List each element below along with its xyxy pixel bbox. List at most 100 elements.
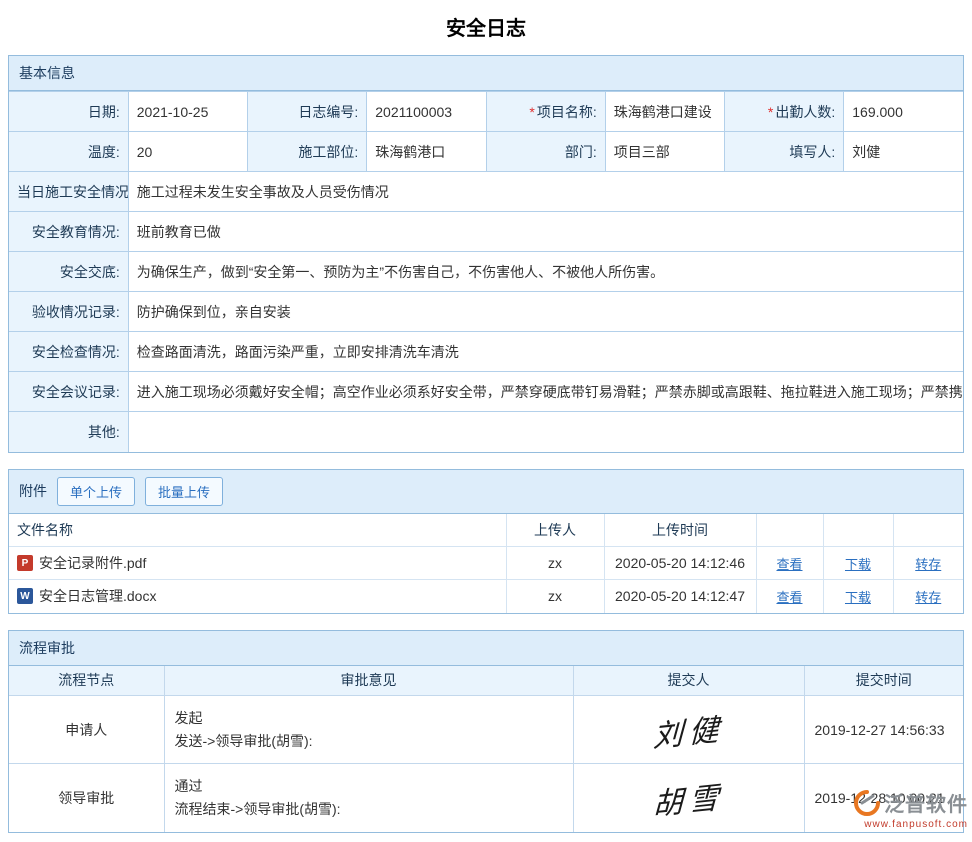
approval-header-row: 流程节点 审批意见 提交人 提交时间 [9,666,963,696]
basic-info-title: 基本信息 [19,63,75,83]
log-number-label: 日志编号: [248,92,367,132]
safety-education-label: 安全教育情况: [9,212,128,252]
opinion-line-1: 发起 [175,707,563,730]
fanpu-brand: 泛普软件 www.fanpusoft.com [818,788,968,830]
brand-name: 泛普软件 [884,788,968,817]
file-name-cell: P 安全记录附件.pdf [9,547,506,580]
file-name-column-header: 文件名称 [9,514,506,547]
action-column-header-2 [823,514,893,547]
project-name-label-text: 项目名称: [537,104,597,120]
construction-part-value: 珠海鹤港口 [367,132,486,172]
basic-info-panel: 基本信息 日期: 2021-10-25 日志编号: 2021100003 *项目… [8,55,964,453]
department-label: 部门: [486,132,605,172]
flow-node: 申请人 [9,696,164,764]
view-link[interactable]: 查看 [776,557,802,572]
single-upload-button[interactable]: 单个上传 [57,477,135,506]
file-upload-time: 2020-05-20 14:12:47 [604,580,756,613]
other-value [128,412,963,452]
submitter-column-header: 提交人 [573,666,804,696]
download-link[interactable]: 下载 [845,557,871,572]
safety-meeting-label: 安全会议记录: [9,372,128,412]
safety-briefing-value: 为确保生产，做到“安全第一、预防为主”不伤害自己，不伤害他人、不被他人所伤害。 [128,252,963,292]
attachments-header: 附件 单个上传 批量上传 [9,470,963,514]
safety-briefing-label: 安全交底: [9,252,128,292]
basic-fullrow-safety-education: 安全教育情况: 班前教育已做 [9,212,963,252]
department-value: 项目三部 [605,132,724,172]
other-label: 其他: [9,412,128,452]
basic-fullrow-safety-inspection: 安全检查情况: 检查路面清洗，路面污染严重，立即安排清洗车清洗 [9,332,963,372]
attendance-value: 169.000 [844,92,963,132]
basic-fullrow-safety-meeting: 安全会议记录: 进入施工现场必须戴好安全帽；高空作业必须系好安全带，严禁穿硬底带… [9,372,963,412]
handwritten-signature: 胡雪 [652,772,725,824]
submitter-signature-cell: 胡雪 [573,764,804,832]
attendance-label: *出勤人数: [725,92,844,132]
save-as-link[interactable]: 转存 [915,590,941,605]
submit-time-column-header: 提交时间 [804,666,963,696]
safety-education-value: 班前教育已做 [128,212,963,252]
uploader-column-header: 上传人 [506,514,604,547]
basic-info-header: 基本信息 [9,56,963,91]
date-label-text: 日期: [88,104,120,120]
basic-row-2: 温度: 20 施工部位: 珠海鹤港口 部门: 项目三部 填写人: 刘健 [9,132,963,172]
temperature-label-text: 温度: [88,144,120,160]
basic-row-1: 日期: 2021-10-25 日志编号: 2021100003 *项目名称: 珠… [9,92,963,132]
writer-value: 刘健 [844,132,963,172]
action-column-header-3 [893,514,963,547]
log-number-value: 2021100003 [367,92,486,132]
writer-label: 填写人: [725,132,844,172]
project-name-label: *项目名称: [486,92,605,132]
log-number-label-text: 日志编号: [298,104,358,120]
attachments-title: 附件 [19,481,47,501]
safety-inspection-label: 安全检查情况: [9,332,128,372]
word-file-icon: W [17,588,33,604]
required-asterisk: * [768,104,773,120]
basic-fullrow-acceptance-record: 验收情况记录: 防护确保到位，亲自安装 [9,292,963,332]
download-link[interactable]: 下载 [845,590,871,605]
brand-url: www.fanpusoft.com [818,819,968,830]
opinion-line-2: 流程结束->领导审批(胡雪): [175,798,563,821]
page: 安全日志 基本信息 日期: 2021-10-25 日志编号: 202110000… [0,0,972,833]
required-asterisk: * [529,104,534,120]
opinion-line-2: 发送->领导审批(胡雪): [175,730,563,753]
attachments-table: 文件名称 上传人 上传时间 P 安全记录附件.pdf zx 2020-05-20… [9,514,963,613]
department-label-text: 部门: [565,144,597,160]
batch-upload-button[interactable]: 批量上传 [145,477,223,506]
attendance-label-text: 出勤人数: [775,104,835,120]
submitter-signature-cell: 刘健 [573,696,804,764]
approval-opinion: 通过 流程结束->领导审批(胡雪): [164,764,573,832]
approval-opinion: 发起 发送->领导审批(胡雪): [164,696,573,764]
fanpu-logo-icon [854,790,880,816]
save-as-link[interactable]: 转存 [915,557,941,572]
acceptance-record-label: 验收情况记录: [9,292,128,332]
writer-label-text: 填写人: [789,144,835,160]
basic-fullrow-safety-situation: 当日施工安全情况: 施工过程未发生安全事故及人员受伤情况 [9,172,963,212]
safety-meeting-value: 进入施工现场必须戴好安全帽；高空作业必须系好安全带，严禁穿硬底带钉易滑鞋；严禁赤… [128,372,963,412]
file-name: 安全日志管理.docx [39,586,156,606]
file-upload-time: 2020-05-20 14:12:46 [604,547,756,580]
date-value: 2021-10-25 [128,92,247,132]
safety-situation-label: 当日施工安全情况: [9,172,128,212]
approval-opinion-column-header: 审批意见 [164,666,573,696]
flow-node: 领导审批 [9,764,164,832]
action-column-header-1 [756,514,823,547]
acceptance-record-value: 防护确保到位，亲自安装 [128,292,963,332]
date-label: 日期: [9,92,128,132]
safety-situation-value: 施工过程未发生安全事故及人员受伤情况 [128,172,963,212]
page-title: 安全日志 [8,0,964,55]
view-link[interactable]: 查看 [776,590,802,605]
basic-info-table: 日期: 2021-10-25 日志编号: 2021100003 *项目名称: 珠… [9,91,963,452]
file-uploader: zx [506,580,604,613]
submit-time: 2019-12-27 14:56:33 [804,696,963,764]
construction-part-label: 施工部位: [248,132,367,172]
construction-part-label-text: 施工部位: [298,144,358,160]
basic-fullrow-safety-briefing: 安全交底: 为确保生产，做到“安全第一、预防为主”不伤害自己，不伤害他人、不被他… [9,252,963,292]
handwritten-signature: 刘健 [652,704,725,756]
approval-row: 申请人 发起 发送->领导审批(胡雪): 刘健 2019-12-27 14:56… [9,696,963,764]
file-uploader: zx [506,547,604,580]
pdf-file-icon: P [17,555,33,571]
file-name-cell: W 安全日志管理.docx [9,580,506,613]
project-name-value: 珠海鹤港口建设 [605,92,724,132]
basic-fullrow-other: 其他: [9,412,963,452]
upload-time-column-header: 上传时间 [604,514,756,547]
safety-inspection-value: 检查路面清洗，路面污染严重，立即安排清洗车清洗 [128,332,963,372]
